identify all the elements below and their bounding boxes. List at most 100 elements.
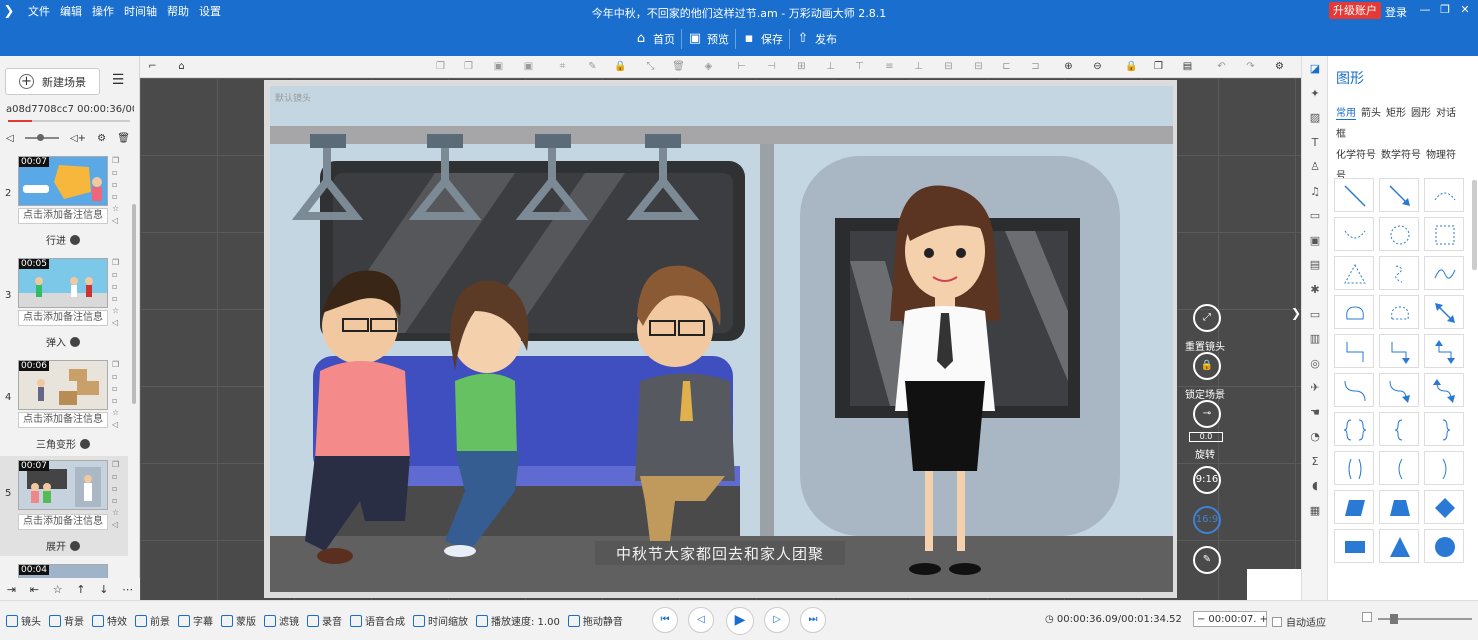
login-button[interactable]: 登录	[1385, 4, 1407, 20]
menu-timeline[interactable]: 时间轴	[124, 3, 157, 19]
tab-rect[interactable]: 矩形	[1386, 108, 1406, 119]
compass-icon[interactable]: ◎	[1308, 357, 1322, 371]
star-icon[interactable]: ☆	[112, 204, 122, 213]
list-view-icon[interactable]: ☰	[108, 72, 128, 92]
scene-item[interactable]: 3 00:05 ❐ ▫ ▫ ▫ ☆ ◁ 点击添加备注信息 弹入	[0, 258, 128, 358]
volume-slider[interactable]	[24, 134, 59, 141]
arrow-up-icon[interactable]: ↑	[76, 583, 85, 596]
publish-button[interactable]: ⇧ 发布	[790, 29, 843, 49]
resize-icon[interactable]: ⤡	[644, 60, 657, 73]
settings-icon[interactable]: ⚙	[97, 133, 106, 144]
distribute-icon[interactable]: ⊥	[824, 60, 837, 73]
drop-icon[interactable]: ◖	[1308, 479, 1322, 493]
same-height-icon[interactable]: ⊐	[1029, 60, 1042, 73]
plus-icon[interactable]: +	[1256, 614, 1270, 625]
crop-icon[interactable]: ⌗	[556, 60, 569, 73]
star-icon[interactable]: ☆	[112, 508, 122, 517]
align-left-icon[interactable]: ⊢	[735, 60, 748, 73]
delete-icon[interactable]: ▫	[112, 270, 122, 279]
circle-shape[interactable]	[1424, 529, 1464, 563]
reset-camera-icon[interactable]: ⤢	[1193, 304, 1221, 332]
effect-icon[interactable]: ✱	[1308, 283, 1322, 297]
align-middle-icon[interactable]: ≡	[883, 60, 896, 73]
elbow-arrow-shape[interactable]	[1379, 334, 1419, 368]
video-icon[interactable]: ▣	[1308, 234, 1322, 248]
copy-icon[interactable]: ❐	[112, 258, 122, 267]
export-icon[interactable]: ⇤	[30, 583, 39, 596]
scene-item[interactable]: 4 00:06 ❐ ▫ ▫ ▫ ☆ ◁ 点击添加备注信息 三角变形	[0, 360, 128, 460]
scene-thumbnail[interactable]: 00:07	[18, 460, 108, 510]
edit-pen-icon[interactable]: ✎	[1193, 546, 1221, 574]
sound-icon[interactable]: ◁	[112, 420, 122, 429]
tts-tool[interactable]: 语音合成	[350, 613, 405, 628]
align-center-icon[interactable]: ⊣	[765, 60, 778, 73]
delete-icon[interactable]: ▫	[112, 372, 122, 381]
undo-icon[interactable]: ↶	[1215, 60, 1228, 73]
s-curve-shape[interactable]	[1334, 373, 1374, 407]
scene-note-input[interactable]: 点击添加备注信息	[18, 208, 108, 224]
menu-help[interactable]: 帮助	[167, 3, 189, 19]
copy-icon[interactable]: ❐	[112, 460, 122, 469]
play-button[interactable]: ▶	[726, 607, 754, 635]
hand-icon[interactable]: ☚	[1308, 406, 1322, 420]
scene-note-input[interactable]: 点击添加备注信息	[18, 310, 108, 326]
lock-scene-icon[interactable]: 🔒	[1193, 352, 1221, 380]
auto-fit-extra-checkbox[interactable]	[1362, 612, 1372, 622]
maximize-icon[interactable]: ❐	[1438, 3, 1452, 17]
tab-circle[interactable]: 圆形	[1411, 108, 1431, 119]
lock-icon[interactable]: 🔒	[1125, 60, 1138, 73]
brace-pair-shape[interactable]	[1334, 412, 1374, 446]
import-icon[interactable]: ⇥	[7, 583, 16, 596]
curve-shape[interactable]	[1334, 217, 1374, 251]
right-bracket-shape[interactable]	[1424, 451, 1464, 485]
copy-icon[interactable]: ❐	[112, 360, 122, 369]
minus-icon[interactable]: −	[1194, 614, 1208, 625]
pen-icon[interactable]: ✎	[586, 60, 599, 73]
scene-thumbnail[interactable]: 00:05	[18, 258, 108, 308]
distribute-v-icon[interactable]: ⊟	[972, 60, 985, 73]
move-icon[interactable]: ▫	[112, 484, 122, 493]
export-icon[interactable]: ▫	[112, 192, 122, 201]
scene-note-input[interactable]: 点击添加备注信息	[18, 412, 108, 428]
character-icon[interactable]: ♙	[1308, 160, 1322, 174]
sound-icon[interactable]: ◁	[112, 520, 122, 529]
lock-icon[interactable]: 🔒	[614, 60, 627, 73]
delete-icon[interactable]: ▫	[112, 168, 122, 177]
shape-panel-scrollbar[interactable]	[1472, 180, 1477, 270]
redo-icon[interactable]: ↷	[1244, 60, 1257, 73]
shape-icon[interactable]: ◪	[1308, 62, 1322, 76]
zoom-in-icon[interactable]: ⊕	[1062, 60, 1075, 73]
star-icon[interactable]: ☆	[112, 408, 122, 417]
dashed-circle-shape[interactable]	[1379, 217, 1419, 251]
wave-shape[interactable]	[1424, 256, 1464, 290]
s-double-arrow-shape[interactable]	[1424, 373, 1464, 407]
left-brace-shape[interactable]	[1379, 412, 1419, 446]
step-forward-button[interactable]: ▷	[764, 607, 790, 633]
volume-up-icon[interactable]: ◁+	[70, 133, 86, 144]
menu-file[interactable]: 文件	[28, 3, 50, 19]
zoom-out-icon[interactable]: ⊖	[1091, 60, 1104, 73]
collapse-panel-icon[interactable]: ❯	[1291, 306, 1301, 336]
save-button[interactable]: ▪ 保存	[736, 29, 790, 49]
tab-math[interactable]: 数学符号	[1381, 150, 1421, 161]
copy-icon[interactable]: ❐	[434, 60, 447, 73]
right-brace-shape[interactable]	[1424, 412, 1464, 446]
line-shape[interactable]	[1334, 178, 1374, 212]
arrow-line-shape[interactable]	[1379, 178, 1419, 212]
tab-arrow[interactable]: 箭头	[1361, 108, 1381, 119]
step-back-button[interactable]: ◁	[688, 607, 714, 633]
previous-scene-button[interactable]: ⏮	[652, 607, 678, 633]
copy-icon[interactable]: ❐	[1152, 60, 1165, 73]
play-speed-tool[interactable]: 播放速度: 1.00	[476, 613, 560, 628]
export-icon[interactable]: ▫	[112, 294, 122, 303]
drag-mute-tool[interactable]: 拖动静音	[567, 613, 623, 628]
subtitle-tool[interactable]: 字幕	[178, 613, 213, 628]
distribute-h-icon[interactable]: ⊟	[942, 60, 955, 73]
text-icon[interactable]: T	[1308, 136, 1322, 150]
move-icon[interactable]: ▫	[112, 180, 122, 189]
menu-edit[interactable]: 编辑	[60, 3, 82, 19]
star-icon[interactable]: ☆	[53, 583, 63, 596]
triangle-shape[interactable]	[1379, 529, 1419, 563]
scene-item-selected[interactable]: 5 00:07 ❐ ▫ ▫ ▫ ☆ ◁ 点击添加备注信息 展开	[0, 456, 128, 556]
move-icon[interactable]: ▫	[112, 384, 122, 393]
